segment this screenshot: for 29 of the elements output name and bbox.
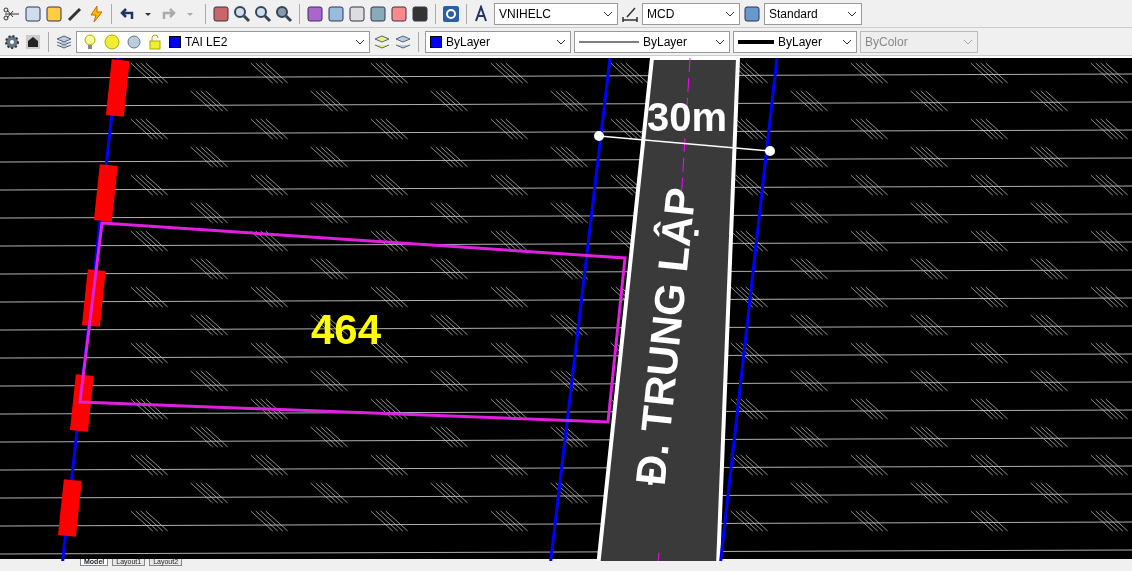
table-style-dropdown[interactable]: Standard xyxy=(764,2,862,25)
zoom-window-icon[interactable] xyxy=(254,4,272,23)
layer-dropdown[interactable]: TAI LE2 xyxy=(76,30,370,53)
lineweight-dropdown[interactable]: ByLayer xyxy=(733,30,857,53)
layer-previous-icon[interactable] xyxy=(373,32,391,51)
caret-icon xyxy=(556,38,566,45)
caret-icon xyxy=(725,10,735,17)
bulb-icon[interactable] xyxy=(81,32,99,51)
zoom-icon[interactable] xyxy=(233,4,251,23)
parcel-number: 464 xyxy=(310,306,382,353)
caret-icon xyxy=(963,38,973,45)
dimension-style-dropdown[interactable]: MCD xyxy=(642,2,740,25)
road-name-label: Đ. TRUNG LẬP xyxy=(626,185,705,488)
house-icon[interactable] xyxy=(24,32,42,51)
caret-icon xyxy=(355,38,365,45)
caret-icon xyxy=(847,10,857,17)
caret-icon xyxy=(603,10,613,17)
caret-icon xyxy=(715,38,725,45)
layer-stack-icon[interactable] xyxy=(394,32,412,51)
scissors-icon[interactable] xyxy=(3,4,21,23)
color-swatch-icon xyxy=(430,35,442,48)
linetype-dropdown[interactable]: ByLayer xyxy=(574,30,730,53)
dimension-label: 30m xyxy=(646,95,728,139)
text-style-dropdown[interactable]: VNIHELC xyxy=(494,2,618,25)
road-centerline xyxy=(657,552,660,561)
zoom-previous-icon[interactable] xyxy=(275,4,293,23)
color-dropdown[interactable]: ByLayer xyxy=(425,30,571,53)
caret-icon xyxy=(842,38,852,45)
color-swatch-icon xyxy=(169,35,181,48)
